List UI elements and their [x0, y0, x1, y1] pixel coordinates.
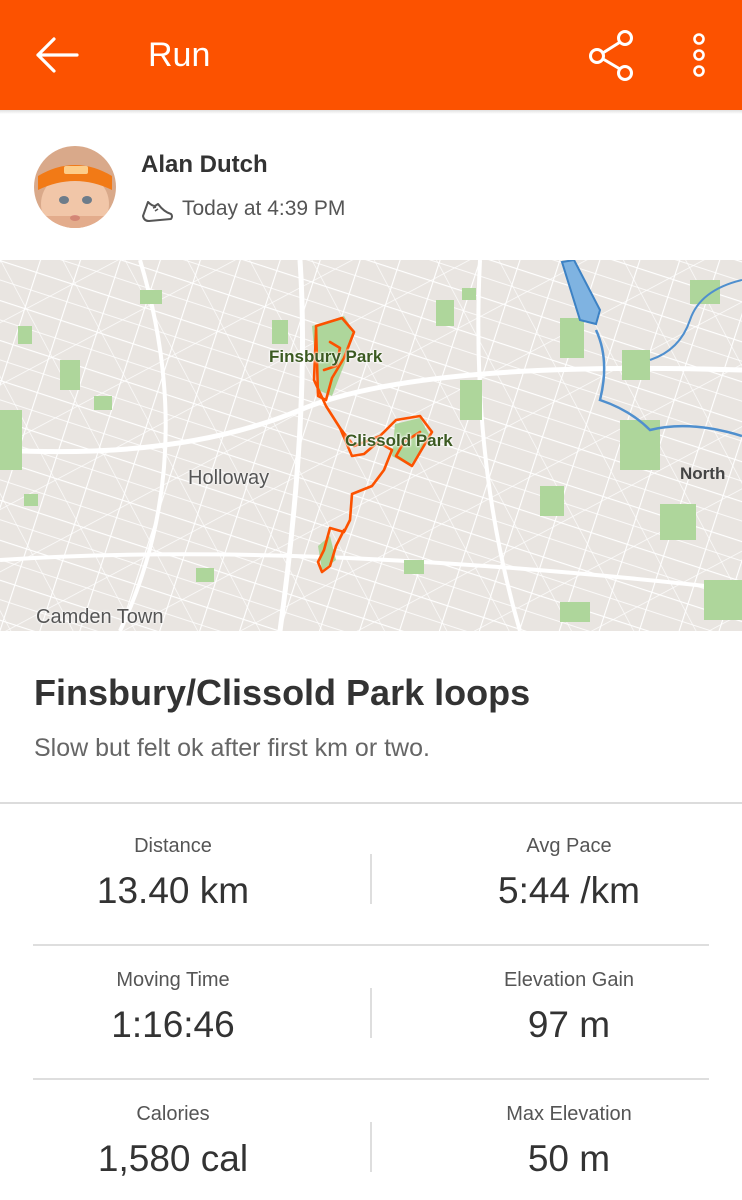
stat-label: Calories: [136, 1103, 210, 1125]
map-label-holloway: Holloway: [188, 467, 270, 489]
page-title: Run: [148, 36, 211, 74]
arrow-left-icon: [36, 37, 79, 73]
stat-label: Elevation Gain: [503, 969, 635, 991]
map-label-clissold-park: Clissold Park: [345, 431, 453, 450]
stat-label: Distance: [134, 835, 212, 857]
stat-row-divider: [33, 944, 709, 946]
stat-elevation-gain: Elevation Gain 97 m: [404, 967, 734, 1047]
stat-value: 97 m: [527, 1004, 611, 1045]
stat-value: 5:44 /km: [498, 870, 640, 911]
activity-meta: Today at 4:39 PM: [140, 194, 345, 224]
activity-title: Finsbury/Clissold Park loops: [34, 672, 531, 713]
more-options-button[interactable]: [666, 22, 732, 88]
stat-divider: [370, 988, 372, 1038]
map-label-camden-town: Camden Town: [36, 606, 164, 628]
stat-value: 1,580 cal: [97, 1138, 249, 1179]
stat-row-divider: [33, 1078, 709, 1080]
back-button[interactable]: [24, 22, 90, 88]
share-button[interactable]: [580, 22, 646, 88]
map-label-north: North: [680, 464, 726, 483]
activity-description: Slow but felt ok after first km or two.: [34, 734, 430, 762]
stat-value: 50 m: [527, 1138, 611, 1179]
stat-calories: Calories 1,580 cal: [8, 1101, 338, 1181]
stat-avg-pace: Avg Pace 5:44 /km: [404, 833, 734, 913]
athlete-name[interactable]: Alan Dutch: [141, 151, 268, 179]
shoe-icon: [142, 201, 173, 222]
avatar[interactable]: [34, 146, 116, 228]
app-bar: Run: [0, 0, 742, 110]
stat-value: 13.40 km: [96, 870, 250, 911]
activity-timestamp: Today at 4:39 PM: [182, 197, 346, 220]
stat-distance: Distance 13.40 km: [8, 833, 338, 913]
app-bar-shadow: [0, 110, 742, 114]
stat-divider: [370, 854, 372, 904]
stat-moving-time: Moving Time 1:16:46: [8, 967, 338, 1047]
stat-label: Max Elevation: [506, 1103, 632, 1125]
share-icon: [589, 30, 633, 81]
stat-max-elevation: Max Elevation 50 m: [404, 1101, 734, 1181]
route-map[interactable]: Finsbury Park Clissold Park Holloway Cam…: [0, 260, 742, 631]
stat-label: Moving Time: [116, 969, 230, 991]
map-label-finsbury-park: Finsbury Park: [269, 347, 383, 366]
stat-label: Avg Pace: [526, 835, 612, 857]
divider: [0, 802, 742, 804]
stat-value: 1:16:46: [111, 1004, 235, 1045]
more-vertical-icon: [693, 33, 705, 77]
stat-divider: [370, 1122, 372, 1172]
